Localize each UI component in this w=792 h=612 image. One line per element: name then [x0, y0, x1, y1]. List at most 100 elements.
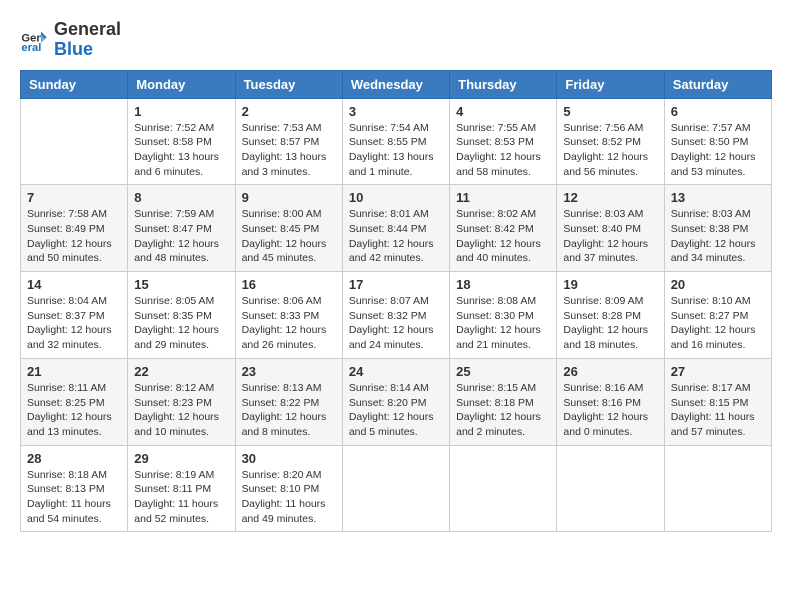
- day-number: 8: [134, 190, 228, 205]
- calendar-cell: 14 Sunrise: 8:04 AMSunset: 8:37 PMDaylig…: [21, 272, 128, 359]
- calendar-cell: 4 Sunrise: 7:55 AMSunset: 8:53 PMDayligh…: [450, 98, 557, 185]
- calendar-cell: 1 Sunrise: 7:52 AMSunset: 8:58 PMDayligh…: [128, 98, 235, 185]
- calendar-cell: [21, 98, 128, 185]
- day-number: 16: [242, 277, 336, 292]
- day-info: Sunrise: 8:15 AMSunset: 8:18 PMDaylight:…: [456, 381, 550, 440]
- calendar-cell: 24 Sunrise: 8:14 AMSunset: 8:20 PMDaylig…: [342, 358, 449, 445]
- calendar-cell: 21 Sunrise: 8:11 AMSunset: 8:25 PMDaylig…: [21, 358, 128, 445]
- day-number: 4: [456, 104, 550, 119]
- calendar-cell: 5 Sunrise: 7:56 AMSunset: 8:52 PMDayligh…: [557, 98, 664, 185]
- day-number: 21: [27, 364, 121, 379]
- day-number: 15: [134, 277, 228, 292]
- day-info: Sunrise: 8:08 AMSunset: 8:30 PMDaylight:…: [456, 294, 550, 353]
- page-header: Gen eral General Blue: [20, 20, 772, 60]
- weekday-header: Friday: [557, 70, 664, 98]
- calendar-cell: 30 Sunrise: 8:20 AMSunset: 8:10 PMDaylig…: [235, 445, 342, 532]
- day-number: 29: [134, 451, 228, 466]
- calendar-cell: 16 Sunrise: 8:06 AMSunset: 8:33 PMDaylig…: [235, 272, 342, 359]
- calendar-cell: [557, 445, 664, 532]
- day-info: Sunrise: 8:20 AMSunset: 8:10 PMDaylight:…: [242, 468, 336, 527]
- calendar-cell: 26 Sunrise: 8:16 AMSunset: 8:16 PMDaylig…: [557, 358, 664, 445]
- calendar-cell: 18 Sunrise: 8:08 AMSunset: 8:30 PMDaylig…: [450, 272, 557, 359]
- day-info: Sunrise: 8:11 AMSunset: 8:25 PMDaylight:…: [27, 381, 121, 440]
- calendar-cell: 10 Sunrise: 8:01 AMSunset: 8:44 PMDaylig…: [342, 185, 449, 272]
- calendar-table: SundayMondayTuesdayWednesdayThursdayFrid…: [20, 70, 772, 533]
- day-number: 18: [456, 277, 550, 292]
- day-number: 27: [671, 364, 765, 379]
- calendar-cell: 15 Sunrise: 8:05 AMSunset: 8:35 PMDaylig…: [128, 272, 235, 359]
- day-info: Sunrise: 8:12 AMSunset: 8:23 PMDaylight:…: [134, 381, 228, 440]
- day-info: Sunrise: 8:07 AMSunset: 8:32 PMDaylight:…: [349, 294, 443, 353]
- day-info: Sunrise: 8:09 AMSunset: 8:28 PMDaylight:…: [563, 294, 657, 353]
- day-info: Sunrise: 8:19 AMSunset: 8:11 PMDaylight:…: [134, 468, 228, 527]
- day-number: 19: [563, 277, 657, 292]
- calendar-cell: 25 Sunrise: 8:15 AMSunset: 8:18 PMDaylig…: [450, 358, 557, 445]
- day-number: 11: [456, 190, 550, 205]
- calendar-cell: 7 Sunrise: 7:58 AMSunset: 8:49 PMDayligh…: [21, 185, 128, 272]
- calendar-cell: 19 Sunrise: 8:09 AMSunset: 8:28 PMDaylig…: [557, 272, 664, 359]
- calendar-cell: 28 Sunrise: 8:18 AMSunset: 8:13 PMDaylig…: [21, 445, 128, 532]
- weekday-header: Saturday: [664, 70, 771, 98]
- day-number: 14: [27, 277, 121, 292]
- weekday-header: Monday: [128, 70, 235, 98]
- day-number: 6: [671, 104, 765, 119]
- day-info: Sunrise: 8:00 AMSunset: 8:45 PMDaylight:…: [242, 207, 336, 266]
- day-info: Sunrise: 7:57 AMSunset: 8:50 PMDaylight:…: [671, 121, 765, 180]
- day-number: 5: [563, 104, 657, 119]
- weekday-header: Wednesday: [342, 70, 449, 98]
- day-info: Sunrise: 8:10 AMSunset: 8:27 PMDaylight:…: [671, 294, 765, 353]
- day-number: 12: [563, 190, 657, 205]
- calendar-cell: 23 Sunrise: 8:13 AMSunset: 8:22 PMDaylig…: [235, 358, 342, 445]
- day-info: Sunrise: 8:02 AMSunset: 8:42 PMDaylight:…: [456, 207, 550, 266]
- day-number: 10: [349, 190, 443, 205]
- day-number: 3: [349, 104, 443, 119]
- day-info: Sunrise: 8:01 AMSunset: 8:44 PMDaylight:…: [349, 207, 443, 266]
- day-info: Sunrise: 8:05 AMSunset: 8:35 PMDaylight:…: [134, 294, 228, 353]
- calendar-cell: 8 Sunrise: 7:59 AMSunset: 8:47 PMDayligh…: [128, 185, 235, 272]
- day-number: 26: [563, 364, 657, 379]
- calendar-cell: 29 Sunrise: 8:19 AMSunset: 8:11 PMDaylig…: [128, 445, 235, 532]
- day-info: Sunrise: 7:52 AMSunset: 8:58 PMDaylight:…: [134, 121, 228, 180]
- day-number: 28: [27, 451, 121, 466]
- day-info: Sunrise: 7:55 AMSunset: 8:53 PMDaylight:…: [456, 121, 550, 180]
- calendar-cell: 27 Sunrise: 8:17 AMSunset: 8:15 PMDaylig…: [664, 358, 771, 445]
- day-info: Sunrise: 7:59 AMSunset: 8:47 PMDaylight:…: [134, 207, 228, 266]
- day-info: Sunrise: 8:16 AMSunset: 8:16 PMDaylight:…: [563, 381, 657, 440]
- calendar-cell: 3 Sunrise: 7:54 AMSunset: 8:55 PMDayligh…: [342, 98, 449, 185]
- day-info: Sunrise: 8:04 AMSunset: 8:37 PMDaylight:…: [27, 294, 121, 353]
- day-info: Sunrise: 8:14 AMSunset: 8:20 PMDaylight:…: [349, 381, 443, 440]
- day-info: Sunrise: 8:03 AMSunset: 8:38 PMDaylight:…: [671, 207, 765, 266]
- day-info: Sunrise: 7:56 AMSunset: 8:52 PMDaylight:…: [563, 121, 657, 180]
- calendar-cell: 2 Sunrise: 7:53 AMSunset: 8:57 PMDayligh…: [235, 98, 342, 185]
- calendar-cell: [450, 445, 557, 532]
- day-info: Sunrise: 8:06 AMSunset: 8:33 PMDaylight:…: [242, 294, 336, 353]
- day-number: 2: [242, 104, 336, 119]
- day-number: 24: [349, 364, 443, 379]
- day-number: 30: [242, 451, 336, 466]
- day-number: 22: [134, 364, 228, 379]
- day-info: Sunrise: 8:03 AMSunset: 8:40 PMDaylight:…: [563, 207, 657, 266]
- weekday-header: Thursday: [450, 70, 557, 98]
- logo-text: General Blue: [54, 20, 121, 60]
- weekday-header: Sunday: [21, 70, 128, 98]
- day-info: Sunrise: 8:18 AMSunset: 8:13 PMDaylight:…: [27, 468, 121, 527]
- calendar-cell: 9 Sunrise: 8:00 AMSunset: 8:45 PMDayligh…: [235, 185, 342, 272]
- day-number: 23: [242, 364, 336, 379]
- svg-text:eral: eral: [21, 42, 41, 54]
- calendar-cell: 6 Sunrise: 7:57 AMSunset: 8:50 PMDayligh…: [664, 98, 771, 185]
- logo: Gen eral General Blue: [20, 20, 121, 60]
- day-number: 9: [242, 190, 336, 205]
- weekday-header: Tuesday: [235, 70, 342, 98]
- calendar-cell: 11 Sunrise: 8:02 AMSunset: 8:42 PMDaylig…: [450, 185, 557, 272]
- calendar-cell: 20 Sunrise: 8:10 AMSunset: 8:27 PMDaylig…: [664, 272, 771, 359]
- calendar-cell: 22 Sunrise: 8:12 AMSunset: 8:23 PMDaylig…: [128, 358, 235, 445]
- calendar-cell: 13 Sunrise: 8:03 AMSunset: 8:38 PMDaylig…: [664, 185, 771, 272]
- day-info: Sunrise: 7:53 AMSunset: 8:57 PMDaylight:…: [242, 121, 336, 180]
- day-info: Sunrise: 7:54 AMSunset: 8:55 PMDaylight:…: [349, 121, 443, 180]
- calendar-cell: [664, 445, 771, 532]
- calendar-cell: 17 Sunrise: 8:07 AMSunset: 8:32 PMDaylig…: [342, 272, 449, 359]
- logo-icon: Gen eral: [20, 26, 48, 54]
- day-number: 20: [671, 277, 765, 292]
- day-number: 7: [27, 190, 121, 205]
- day-info: Sunrise: 8:13 AMSunset: 8:22 PMDaylight:…: [242, 381, 336, 440]
